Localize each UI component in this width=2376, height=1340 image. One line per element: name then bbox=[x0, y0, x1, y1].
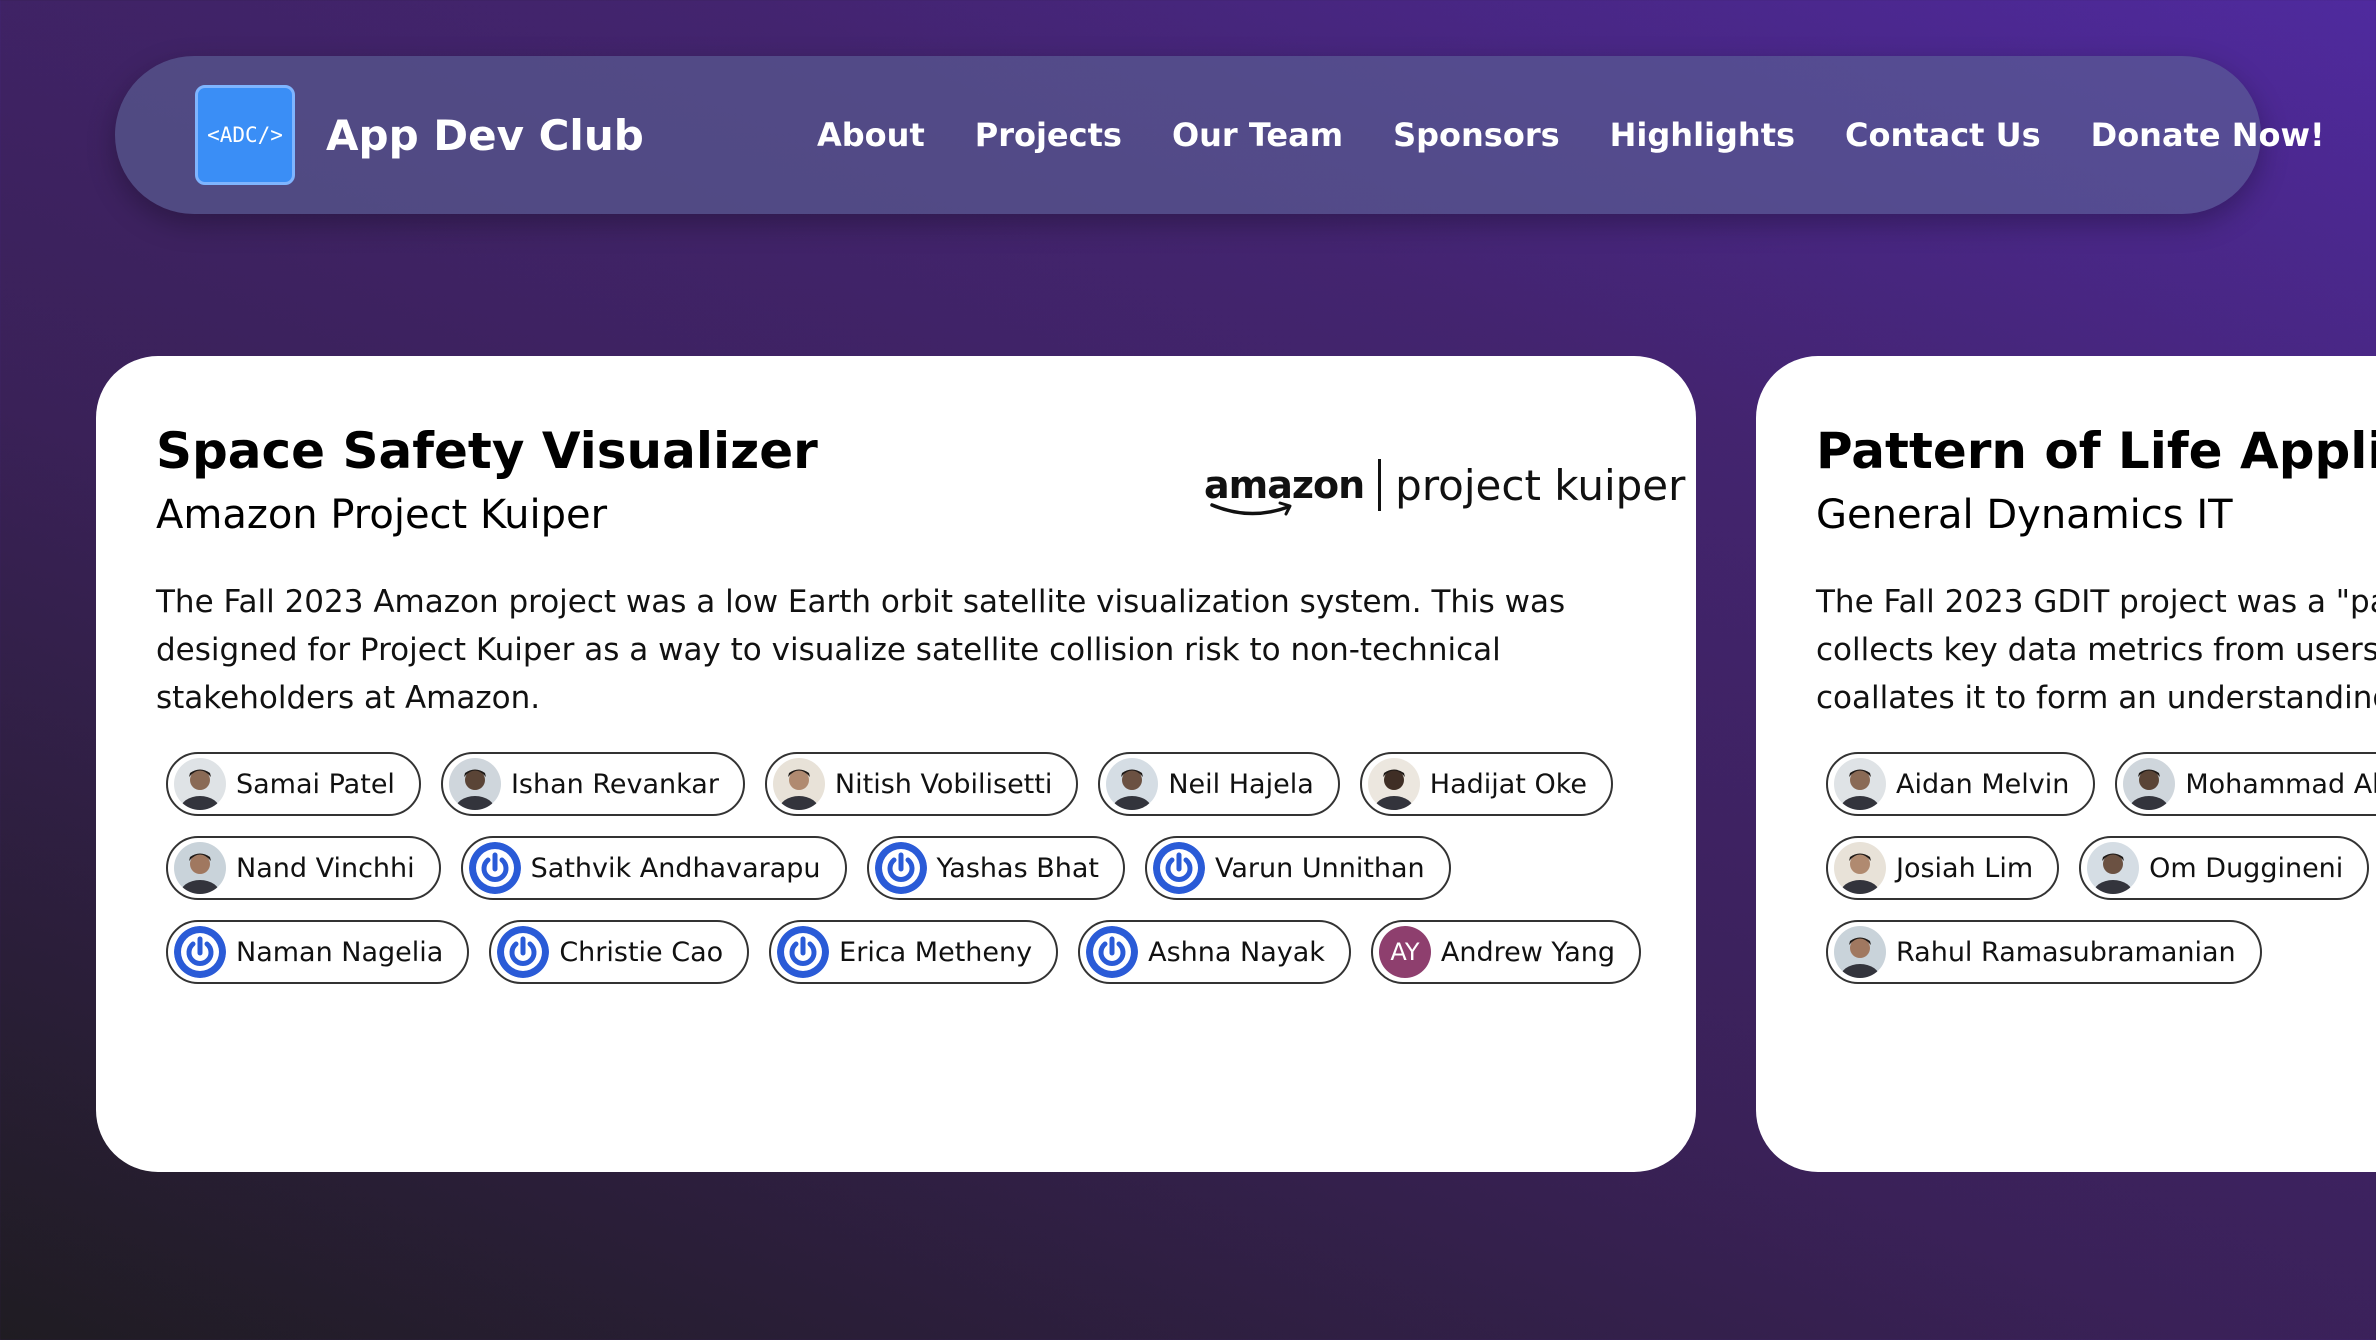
power-icon bbox=[1153, 842, 1205, 894]
power-icon bbox=[874, 842, 927, 894]
description-line: collects key data metrics from users i bbox=[1816, 632, 2376, 668]
member-name: Christie Cao bbox=[559, 936, 724, 968]
member-row: Nand Vinchhi Sathvik Andhavarapu Yashas Bh… bbox=[166, 836, 1661, 900]
member-avatar bbox=[2087, 842, 2140, 894]
member-name: Josiah Lim bbox=[1896, 852, 2034, 884]
club-logo[interactable]: <ADC/> bbox=[195, 85, 295, 185]
member-chip[interactable]: Rahul Ramasubramanian bbox=[1826, 920, 2262, 984]
project-card-pattern-of-life: Pattern of Life Applicatio General Dynam… bbox=[1756, 356, 2376, 1172]
member-name: Andrew Yang bbox=[1440, 936, 1615, 968]
member-chip[interactable]: Varun Unnithan bbox=[1145, 836, 1451, 900]
member-chip[interactable]: Erica Metheny bbox=[769, 920, 1059, 984]
team-members: Samai Patel Ishan Revankar Nitish Vobilise… bbox=[166, 752, 1661, 1004]
member-name: Sathvik Andhavarapu bbox=[530, 852, 821, 884]
member-name: Aidan Melvin bbox=[1896, 768, 2070, 800]
member-avatar bbox=[174, 842, 226, 894]
project-title: Pattern of Life Applicatio bbox=[1816, 422, 2376, 480]
member-name: Ishan Revankar bbox=[510, 768, 719, 800]
power-icon bbox=[1086, 926, 1139, 978]
member-name: Nand Vinchhi bbox=[236, 852, 415, 884]
member-chip[interactable]: Ishan Revankar bbox=[440, 752, 745, 816]
member-row: Rahul Ramasubramanian bbox=[1826, 920, 2376, 984]
amazon-kuiper-logo: amazon project kuiper bbox=[1204, 450, 1685, 520]
member-chip[interactable]: Mohammad Abd- bbox=[2115, 752, 2376, 816]
member-chip[interactable]: Sathvik Andhavarapu bbox=[460, 836, 847, 900]
project-description: The Fall 2023 Amazon project was a low E… bbox=[156, 584, 1566, 716]
member-name: Om Duggineni bbox=[2149, 852, 2344, 884]
member-chip[interactable]: Nitish Vobilisetti bbox=[764, 752, 1079, 816]
description-line: The Fall 2023 GDIT project was a "pa bbox=[1816, 584, 2376, 620]
nav-link-projects[interactable]: Projects bbox=[975, 116, 1122, 154]
logo-divider bbox=[1378, 459, 1382, 511]
nav-link-contact-us[interactable]: Contact Us bbox=[1845, 116, 2041, 154]
member-avatar bbox=[1834, 758, 1886, 810]
member-avatar bbox=[1834, 926, 1886, 978]
amazon-smile-icon bbox=[1210, 501, 1292, 516]
member-avatar bbox=[772, 758, 825, 810]
member-name: Ashna Nayak bbox=[1148, 936, 1325, 968]
nav-link-donate-now[interactable]: Donate Now! bbox=[2091, 116, 2325, 154]
member-avatar bbox=[1834, 842, 1886, 894]
brand-name[interactable]: App Dev Club bbox=[326, 111, 644, 160]
power-icon bbox=[777, 926, 830, 978]
member-chip[interactable]: Christie Cao bbox=[489, 920, 750, 984]
member-avatar bbox=[1367, 758, 1420, 810]
kuiper-wordmark: project kuiper bbox=[1395, 460, 1686, 510]
member-avatar bbox=[1106, 758, 1159, 810]
member-chip[interactable]: Hadijat Oke bbox=[1359, 752, 1614, 816]
project-card-space-safety: Space Safety Visualizer Amazon Project K… bbox=[96, 356, 1696, 1172]
member-name: Mohammad Abd- bbox=[2185, 768, 2376, 800]
amazon-wordmark: amazon bbox=[1204, 463, 1365, 516]
member-chip[interactable]: Samai Patel bbox=[166, 752, 421, 816]
member-chip[interactable]: AY Andrew Yang bbox=[1370, 920, 1641, 984]
member-name: Nitish Vobilisetti bbox=[834, 768, 1053, 800]
power-icon bbox=[497, 926, 550, 978]
nav-link-highlights[interactable]: Highlights bbox=[1610, 116, 1795, 154]
top-navbar: <ADC/> App Dev Club About Projects Our T… bbox=[115, 56, 2325, 214]
member-avatar bbox=[2123, 758, 2176, 810]
member-name: Hadijat Oke bbox=[1429, 768, 1588, 800]
member-name: Neil Hajela bbox=[1168, 768, 1314, 800]
member-chip[interactable]: Nand Vinchhi bbox=[166, 836, 441, 900]
member-avatar bbox=[448, 758, 501, 810]
member-row: Samai Patel Ishan Revankar Nitish Vobilise… bbox=[166, 752, 1661, 816]
nav-links: About Projects Our Team Sponsors Highlig… bbox=[817, 56, 2325, 214]
member-row: Naman Nagelia Christie Cao Erica Metheny As… bbox=[166, 920, 1661, 984]
member-chip[interactable]: Josiah Lim bbox=[1826, 836, 2060, 900]
project-title: Space Safety Visualizer bbox=[156, 422, 818, 480]
member-row: Josiah Lim Om Duggineni bbox=[1826, 836, 2376, 900]
initials-avatar: AY bbox=[1378, 926, 1431, 978]
project-sponsor: Amazon Project Kuiper bbox=[156, 492, 608, 538]
nav-link-sponsors[interactable]: Sponsors bbox=[1393, 116, 1560, 154]
project-description: The Fall 2023 GDIT project was a "pa col… bbox=[1816, 578, 2376, 722]
member-name: Rahul Ramasubramanian bbox=[1896, 936, 2236, 968]
member-chip[interactable]: Neil Hajela bbox=[1098, 752, 1340, 816]
member-chip[interactable]: Yashas Bhat bbox=[866, 836, 1125, 900]
member-row: Aidan Melvin Mohammad Abd- bbox=[1826, 752, 2376, 816]
member-name: Samai Patel bbox=[236, 768, 395, 800]
member-chip[interactable]: Ashna Nayak bbox=[1078, 920, 1351, 984]
project-sponsor: General Dynamics IT bbox=[1816, 492, 2233, 538]
description-line: coallates it to form an understanding bbox=[1816, 680, 2376, 716]
power-icon bbox=[174, 926, 226, 978]
nav-link-our-team[interactable]: Our Team bbox=[1172, 116, 1343, 154]
member-name: Erica Metheny bbox=[839, 936, 1033, 968]
member-chip[interactable]: Aidan Melvin bbox=[1826, 752, 2096, 816]
member-name: Varun Unnithan bbox=[1215, 852, 1425, 884]
nav-link-about[interactable]: About bbox=[817, 116, 925, 154]
member-name: Yashas Bhat bbox=[936, 852, 1099, 884]
member-avatar bbox=[174, 758, 226, 810]
member-chip[interactable]: Naman Nagelia bbox=[166, 920, 470, 984]
member-name: Naman Nagelia bbox=[236, 936, 444, 968]
member-chip[interactable]: Om Duggineni bbox=[2079, 836, 2370, 900]
power-icon bbox=[468, 842, 521, 894]
team-members: Aidan Melvin Mohammad Abd- Josiah Lim Om Du… bbox=[1826, 752, 2376, 1004]
